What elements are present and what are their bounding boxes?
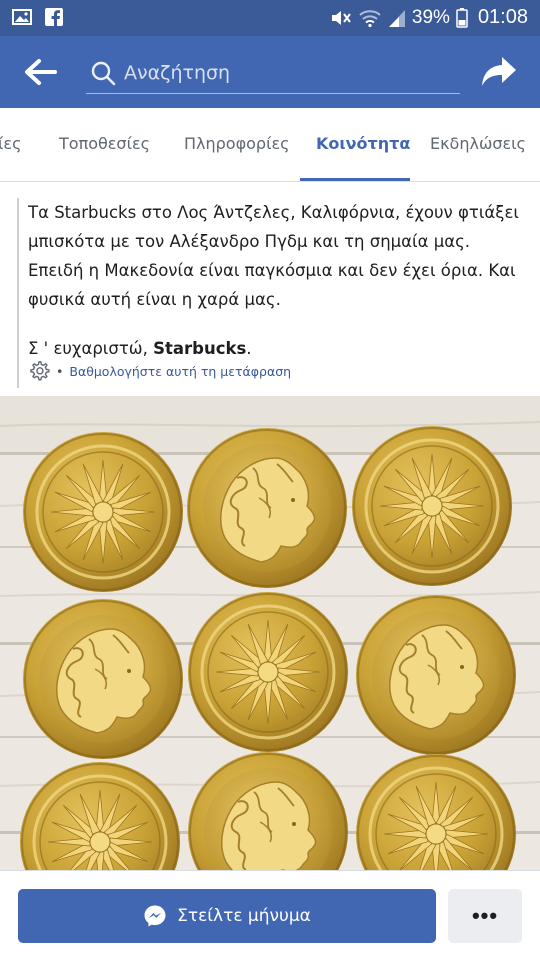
tab-locations[interactable]: Τοποθεσίες bbox=[59, 134, 150, 153]
battery-icon bbox=[456, 7, 468, 28]
thanks-prefix: Σ ' ευχαριστώ, bbox=[28, 339, 154, 358]
status-bar: 39% 01:08 bbox=[0, 0, 540, 36]
gear-icon[interactable] bbox=[28, 360, 50, 382]
page-tabs: ίες Τοποθεσίες Πληροφορίες Κοινότητα Εκδ… bbox=[0, 108, 540, 182]
cookies-photo-image bbox=[0, 396, 540, 876]
post-text: Τα Starbucks στο Λος Άντζελες, Καλιφόρνι… bbox=[28, 198, 524, 363]
battery-percent: 39% bbox=[411, 6, 450, 28]
mute-icon bbox=[331, 10, 351, 25]
tab-info[interactable]: Πληροφορίες bbox=[184, 134, 290, 153]
messenger-icon bbox=[144, 905, 166, 927]
search-box[interactable] bbox=[86, 52, 460, 94]
sun-cookie bbox=[186, 590, 350, 754]
share-icon[interactable] bbox=[480, 54, 518, 90]
search-input[interactable] bbox=[124, 58, 444, 88]
post-thanks: Σ ' ευχαριστώ, Starbucks. bbox=[28, 334, 524, 363]
send-message-button[interactable]: Στείλτε μήνυμα bbox=[18, 889, 436, 943]
tab-community[interactable]: Κοινότητα bbox=[316, 134, 410, 153]
thanks-name: Starbucks bbox=[153, 339, 247, 358]
thanks-suffix: . bbox=[246, 339, 252, 358]
tab-partial[interactable]: ίες bbox=[0, 134, 21, 153]
facebook-icon bbox=[45, 8, 63, 26]
signal-icon bbox=[388, 9, 405, 27]
send-message-label: Στείλτε μήνυμα bbox=[177, 906, 311, 926]
post-translation: Τα Starbucks στο Λος Άντζελες, Καλιφόρνι… bbox=[0, 182, 540, 396]
quote-bar bbox=[17, 198, 19, 388]
sun-cookie bbox=[350, 424, 514, 588]
more-options-button[interactable]: ••• bbox=[448, 889, 522, 943]
rate-translation-link[interactable]: Βαθμολογήστε αυτή τη μετάφραση bbox=[69, 364, 291, 379]
rate-separator: • bbox=[56, 363, 64, 379]
post-photo[interactable] bbox=[0, 396, 540, 876]
bottom-action-bar: Στείλτε μήνυμα ••• bbox=[0, 870, 540, 960]
head-cookie bbox=[22, 598, 184, 760]
rate-translation-row: • Βαθμολογήστε αυτή τη μετάφραση bbox=[28, 360, 291, 382]
post-paragraph: Τα Starbucks στο Λος Άντζελες, Καλιφόρνι… bbox=[28, 203, 520, 309]
app-header bbox=[0, 36, 540, 108]
back-arrow-icon[interactable] bbox=[22, 56, 58, 88]
gallery-icon bbox=[12, 9, 32, 25]
sun-cookie bbox=[21, 430, 185, 594]
head-cookie bbox=[355, 594, 517, 756]
head-cookie bbox=[186, 427, 348, 589]
tab-events[interactable]: Εκδηλώσεις bbox=[430, 134, 526, 153]
wifi-icon bbox=[359, 9, 381, 27]
clock: 01:08 bbox=[477, 6, 528, 28]
search-icon bbox=[91, 61, 116, 86]
